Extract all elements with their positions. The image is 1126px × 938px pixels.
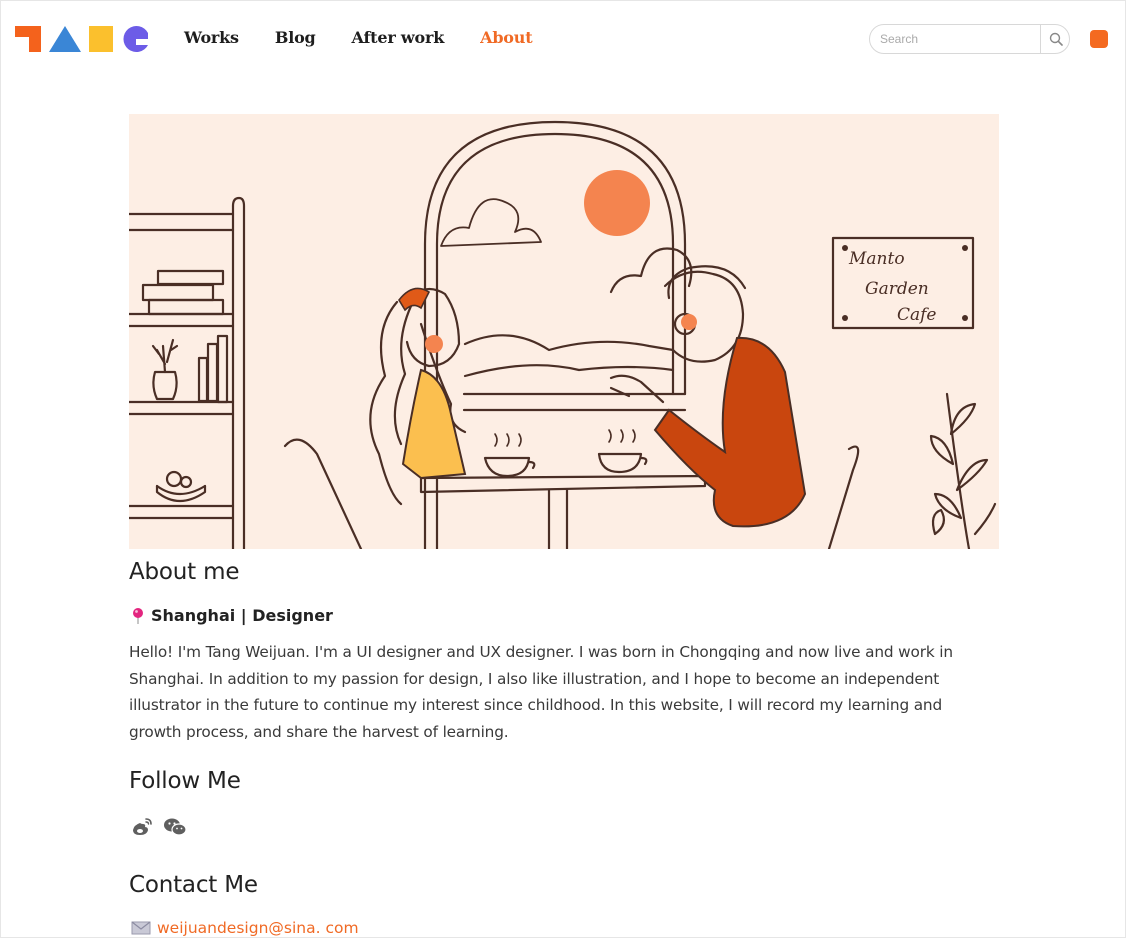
bio-paragraph: Hello! I'm Tang Weijuan. I'm a UI design… — [129, 643, 953, 741]
site-logo[interactable] — [15, 23, 149, 55]
nav-blog[interactable]: Blog — [275, 28, 316, 47]
mail-icon — [131, 921, 151, 935]
search-icon — [1049, 32, 1063, 46]
sign-line-2: Garden — [865, 279, 929, 299]
site-header: Works Blog After work About — [1, 1, 1126, 77]
contact-title: Contact Me — [129, 872, 258, 898]
nav-about[interactable]: About — [480, 28, 533, 47]
cafe-illustration: Manto Garden Cafe — [129, 120, 997, 549]
sign-line-1: Manto — [848, 249, 905, 269]
weibo-icon[interactable] — [131, 817, 153, 837]
follow-title: Follow Me — [129, 768, 241, 794]
location-text: Shanghai | Designer — [151, 606, 333, 625]
location-pin-icon — [133, 607, 143, 624]
nav-works[interactable]: Works — [184, 28, 239, 47]
sign-line-3: Cafe — [897, 305, 937, 325]
social-links — [131, 817, 197, 837]
main-nav: Works Blog After work About — [184, 28, 568, 47]
nav-after-work[interactable]: After work — [352, 28, 445, 47]
menu-square-button[interactable] — [1090, 30, 1108, 48]
hero-illustration: Manto Garden Cafe — [129, 114, 999, 549]
search-divider — [1040, 25, 1041, 53]
search-input[interactable] — [880, 29, 1035, 49]
email-link[interactable]: weijuandesign@sina. com — [157, 919, 359, 937]
location-line: Shanghai | Designer — [131, 606, 333, 625]
wechat-icon[interactable] — [163, 817, 187, 837]
email-line: weijuandesign@sina. com — [131, 919, 359, 937]
about-title: About me — [129, 559, 240, 585]
search-box — [869, 24, 1070, 54]
search-button[interactable] — [1042, 25, 1069, 53]
